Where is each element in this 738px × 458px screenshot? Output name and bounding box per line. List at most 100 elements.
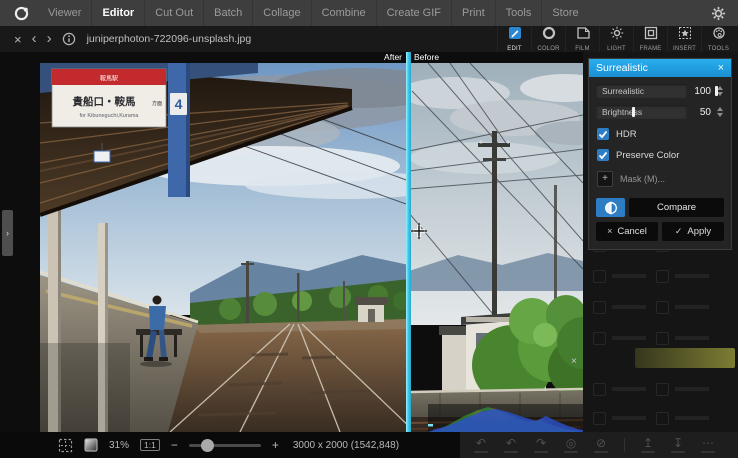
mask-add-icon[interactable]: + bbox=[597, 171, 613, 187]
forward-icon[interactable]: › bbox=[47, 31, 52, 46]
tab-color[interactable]: COLOR bbox=[531, 26, 565, 52]
history-icon: ◎ bbox=[564, 437, 578, 453]
before-label: Before bbox=[414, 52, 439, 63]
disabled-tool-icon bbox=[656, 412, 669, 425]
app-logo-icon[interactable] bbox=[13, 5, 30, 22]
zoom-out-icon[interactable]: − bbox=[171, 439, 178, 451]
disabled-tool-label bbox=[612, 336, 646, 340]
hdr-checkbox[interactable] bbox=[597, 128, 609, 140]
cancel-x-icon: × bbox=[607, 227, 612, 236]
before-after-divider[interactable] bbox=[406, 52, 411, 432]
disabled-tool-label bbox=[675, 336, 709, 340]
tab-color-label: COLOR bbox=[537, 46, 559, 52]
menu-item-collage[interactable]: Collage bbox=[252, 0, 310, 26]
zoom-slider-thumb[interactable] bbox=[201, 439, 214, 452]
split-compare-icon[interactable] bbox=[596, 198, 625, 217]
close-document-icon[interactable]: × bbox=[14, 33, 22, 46]
menu-item-viewer[interactable]: Viewer bbox=[38, 0, 91, 26]
disabled-tool-row bbox=[583, 270, 738, 282]
tab-edit[interactable]: EDIT bbox=[497, 26, 531, 52]
compare-button[interactable]: Compare bbox=[629, 198, 724, 217]
menu-item-editor[interactable]: Editor bbox=[91, 0, 144, 26]
menu-item-store[interactable]: Store bbox=[541, 0, 588, 26]
brightness-slider[interactable]: Brightness bbox=[596, 105, 687, 119]
surrealistic-slider-row: Surrealistic 100 bbox=[596, 84, 724, 98]
compare-row: Compare bbox=[596, 198, 724, 217]
tab-frame-label: FRAME bbox=[640, 46, 662, 52]
hdr-checkbox-label: HDR bbox=[616, 129, 637, 140]
tab-insert-label: INSERT bbox=[673, 46, 696, 52]
menu-item-batch[interactable]: Batch bbox=[203, 0, 252, 26]
platform-number: 4 bbox=[175, 96, 183, 112]
canvas-close-icon[interactable]: × bbox=[571, 357, 577, 367]
redo-icon: ↷ bbox=[534, 437, 548, 453]
cancel-label: Cancel bbox=[617, 226, 647, 237]
disabled-tool-icon bbox=[593, 270, 606, 283]
surrealistic-slider[interactable]: Surrealistic bbox=[596, 84, 687, 98]
brightness-spinner[interactable] bbox=[715, 107, 724, 117]
actual-size-button[interactable]: 1:1 bbox=[140, 439, 160, 452]
platform-number-pillar: 4 bbox=[168, 63, 190, 197]
transform-grid-icon[interactable] bbox=[58, 438, 73, 453]
tab-tools-label: TOOLS bbox=[708, 46, 729, 52]
zoom-in-icon[interactable]: + bbox=[272, 439, 279, 451]
menu-item-combine[interactable]: Combine bbox=[311, 0, 376, 26]
star-insert-icon bbox=[677, 26, 693, 45]
tab-tools[interactable]: TOOLS bbox=[701, 26, 735, 52]
info-icon[interactable] bbox=[62, 32, 76, 46]
panel-actions: × Cancel ✓ Apply bbox=[596, 222, 724, 241]
panel-close-icon[interactable]: × bbox=[718, 63, 724, 74]
disabled-tool-row bbox=[583, 412, 738, 424]
after-image-side: 4 鞍馬駅 貴船口・鞍馬 方面 for Kibuneguchi,Kurama bbox=[40, 63, 450, 432]
disabled-tool-row bbox=[583, 301, 738, 313]
before-after-toggle-icon[interactable] bbox=[84, 438, 98, 452]
settings-gear-icon[interactable] bbox=[711, 6, 726, 21]
sign-romaji-text: for Kibuneguchi,Kurama bbox=[79, 113, 139, 119]
dimmed-highlighted-item bbox=[635, 348, 735, 368]
move-cursor-icon bbox=[410, 222, 428, 240]
sun-icon bbox=[609, 26, 625, 45]
tab-film[interactable]: FILM bbox=[565, 26, 599, 52]
disabled-tool-icon bbox=[593, 383, 606, 396]
apply-button[interactable]: ✓ Apply bbox=[662, 222, 724, 241]
disabled-tool-label bbox=[675, 305, 709, 309]
menu-item-print[interactable]: Print bbox=[451, 0, 495, 26]
cancel-button[interactable]: × Cancel bbox=[596, 222, 658, 241]
disabled-tool-label bbox=[612, 416, 646, 420]
tab-edit-label: EDIT bbox=[507, 46, 521, 52]
sign-suffix-text: 方面 bbox=[152, 100, 162, 107]
zoom-controls: 31% 1:1 − + 3000 x 2000 (1542,848) bbox=[58, 438, 399, 453]
left-panel-collapse-handle[interactable]: › bbox=[2, 210, 13, 256]
disabled-tool-icon bbox=[656, 270, 669, 283]
tab-insert[interactable]: INSERT bbox=[667, 26, 701, 52]
save-icon: ↧ bbox=[671, 437, 685, 453]
panel-header: Surrealistic × bbox=[589, 59, 731, 77]
disabled-tool-row bbox=[583, 383, 738, 395]
station-sign: 鞍馬駅 貴船口・鞍馬 方面 for Kibuneguchi,Kurama bbox=[52, 69, 166, 127]
tab-frame[interactable]: FRAME bbox=[633, 26, 667, 52]
preserve-color-checkbox[interactable] bbox=[597, 149, 609, 161]
tab-light[interactable]: LIGHT bbox=[599, 26, 633, 52]
disabled-tool-label bbox=[675, 416, 709, 420]
surrealistic-effect-panel: Surrealistic × Surrealistic 100 Brightne… bbox=[588, 58, 732, 250]
image-canvas[interactable]: 4 鞍馬駅 貴船口・鞍馬 方面 for Kibuneguchi,Kurama bbox=[40, 63, 583, 432]
disabled-tool-label bbox=[675, 387, 709, 391]
disabled-tool-icon bbox=[593, 412, 606, 425]
apply-label: Apply bbox=[687, 226, 711, 237]
mask-label[interactable]: Mask (M)... bbox=[620, 174, 665, 184]
back-icon[interactable]: ‹ bbox=[32, 31, 37, 46]
menu-item-creategif[interactable]: Create GIF bbox=[376, 0, 451, 26]
main-menu: Viewer Editor Cut Out Batch Collage Comb… bbox=[38, 0, 589, 26]
palette-icon bbox=[711, 26, 727, 45]
surrealistic-slider-thumb[interactable] bbox=[715, 86, 718, 96]
brightness-slider-thumb[interactable] bbox=[632, 107, 635, 117]
export-icon: ↥ bbox=[641, 437, 655, 453]
document-toolbar: × ‹ › juniperphoton-722096-unsplash.jpg … bbox=[0, 26, 738, 52]
disabled-tool-label bbox=[675, 274, 709, 278]
menu-item-cutout[interactable]: Cut Out bbox=[144, 0, 203, 26]
zoom-slider[interactable] bbox=[189, 444, 261, 447]
dimmed-action-bar: ↶ ↶ ↷ ◎ ⊘ ↥ ↧ ⋯ bbox=[460, 432, 738, 458]
brightness-slider-label: Brightness bbox=[602, 107, 642, 117]
reset-icon: ⊘ bbox=[594, 437, 608, 453]
menu-item-tools[interactable]: Tools bbox=[495, 0, 542, 26]
